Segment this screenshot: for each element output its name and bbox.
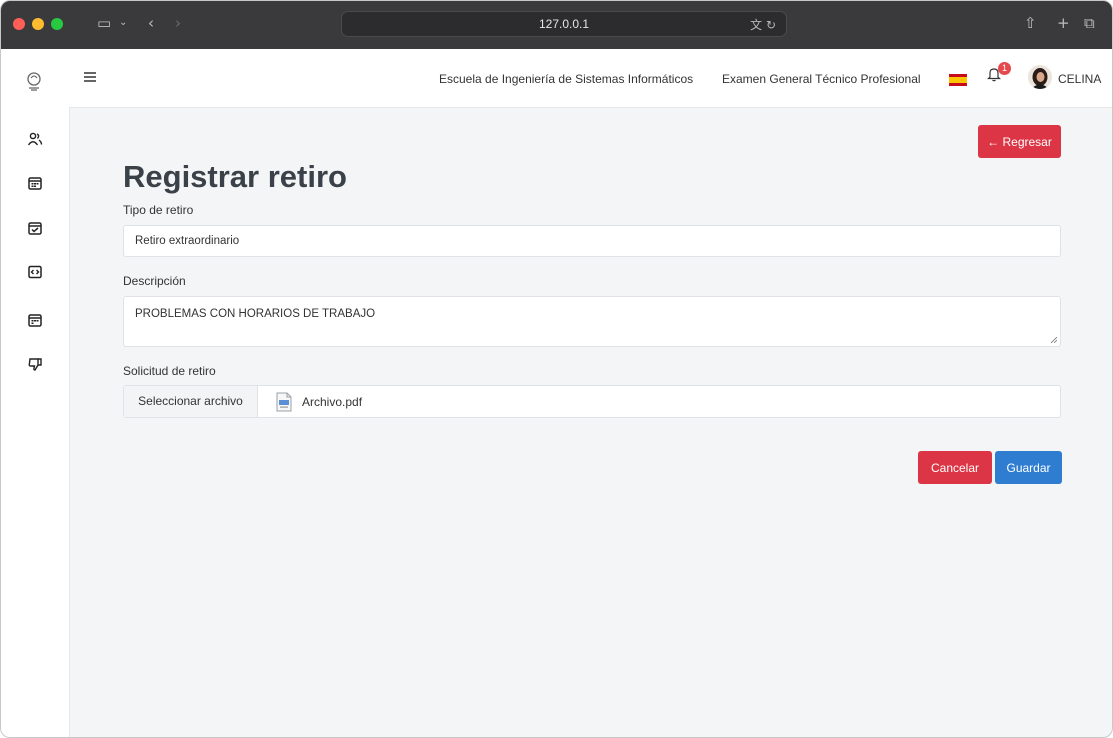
- forward-arrow-icon[interactable]: ›: [175, 13, 181, 33]
- url-text: 127.0.0.1: [538, 17, 590, 31]
- spain-flag-icon[interactable]: [949, 73, 967, 86]
- school-link[interactable]: Escuela de Ingeniería de Sistemas Inform…: [439, 72, 693, 86]
- app-logo-icon[interactable]: [25, 71, 43, 96]
- calendar-check-icon[interactable]: [25, 218, 45, 238]
- pdf-file-icon: [276, 392, 292, 417]
- calendar-icon[interactable]: [25, 173, 45, 193]
- file-name: Archivo.pdf: [302, 395, 363, 409]
- cancel-button[interactable]: Cancelar: [918, 451, 992, 484]
- descripcion-value: PROBLEMAS CON HORARIOS DE TRABAJO: [135, 308, 376, 320]
- descripcion-textarea[interactable]: PROBLEMAS CON HORARIOS DE TRABAJO: [123, 296, 1061, 347]
- tipo-retiro-label: Tipo de retiro: [123, 203, 194, 217]
- menu-icon[interactable]: [84, 69, 96, 87]
- browser-window: ▭ ⌄ ‹ › 127.0.0.1 文 ↻ ⇧ + ⧉ Escuela de I…: [0, 0, 1113, 738]
- tab-overview-icon[interactable]: ⧉: [1084, 13, 1095, 33]
- calendar-icon[interactable]: [25, 310, 45, 330]
- minimize-window-button[interactable]: [32, 18, 44, 30]
- save-button[interactable]: Guardar: [995, 451, 1062, 484]
- resize-handle-icon[interactable]: [1051, 337, 1057, 343]
- user-name[interactable]: CELINA: [1058, 72, 1101, 86]
- choose-file-button[interactable]: Seleccionar archivo: [124, 386, 258, 417]
- solicitud-label: Solicitud de retiro: [123, 364, 216, 378]
- thumbs-down-icon[interactable]: [25, 354, 45, 374]
- maximize-window-button[interactable]: [51, 18, 63, 30]
- code-icon[interactable]: [25, 262, 45, 282]
- users-icon[interactable]: [25, 129, 45, 149]
- page-title: Registrar retiro: [123, 159, 347, 194]
- share-icon[interactable]: ⇧: [1024, 13, 1037, 33]
- browser-toolbar: ▭ ⌄ ‹ › 127.0.0.1 文 ↻ ⇧ + ⧉: [1, 1, 1112, 49]
- top-navbar: Escuela de Ingeniería de Sistemas Inform…: [69, 49, 1112, 108]
- close-window-button[interactable]: [13, 18, 25, 30]
- sidebar-toggle-icon[interactable]: ▭: [97, 13, 111, 33]
- avatar[interactable]: [1028, 65, 1052, 89]
- new-tab-icon[interactable]: +: [1057, 13, 1070, 33]
- exam-link[interactable]: Examen General Técnico Profesional: [722, 72, 921, 86]
- file-input[interactable]: Seleccionar archivo Archivo.pdf: [123, 385, 1061, 418]
- tipo-retiro-value: Retiro extraordinario: [135, 235, 240, 247]
- reload-icon[interactable]: 文 ↻: [750, 16, 776, 33]
- address-bar[interactable]: 127.0.0.1 文 ↻: [341, 11, 787, 37]
- descripcion-label: Descripción: [123, 274, 186, 288]
- chevron-down-icon[interactable]: ⌄: [119, 13, 127, 33]
- back-button[interactable]: ← Regresar: [978, 125, 1061, 158]
- back-arrow-icon[interactable]: ‹: [148, 13, 154, 33]
- sidebar: [1, 49, 70, 737]
- tipo-retiro-select[interactable]: Retiro extraordinario: [123, 225, 1061, 257]
- notification-badge: 1: [998, 62, 1011, 75]
